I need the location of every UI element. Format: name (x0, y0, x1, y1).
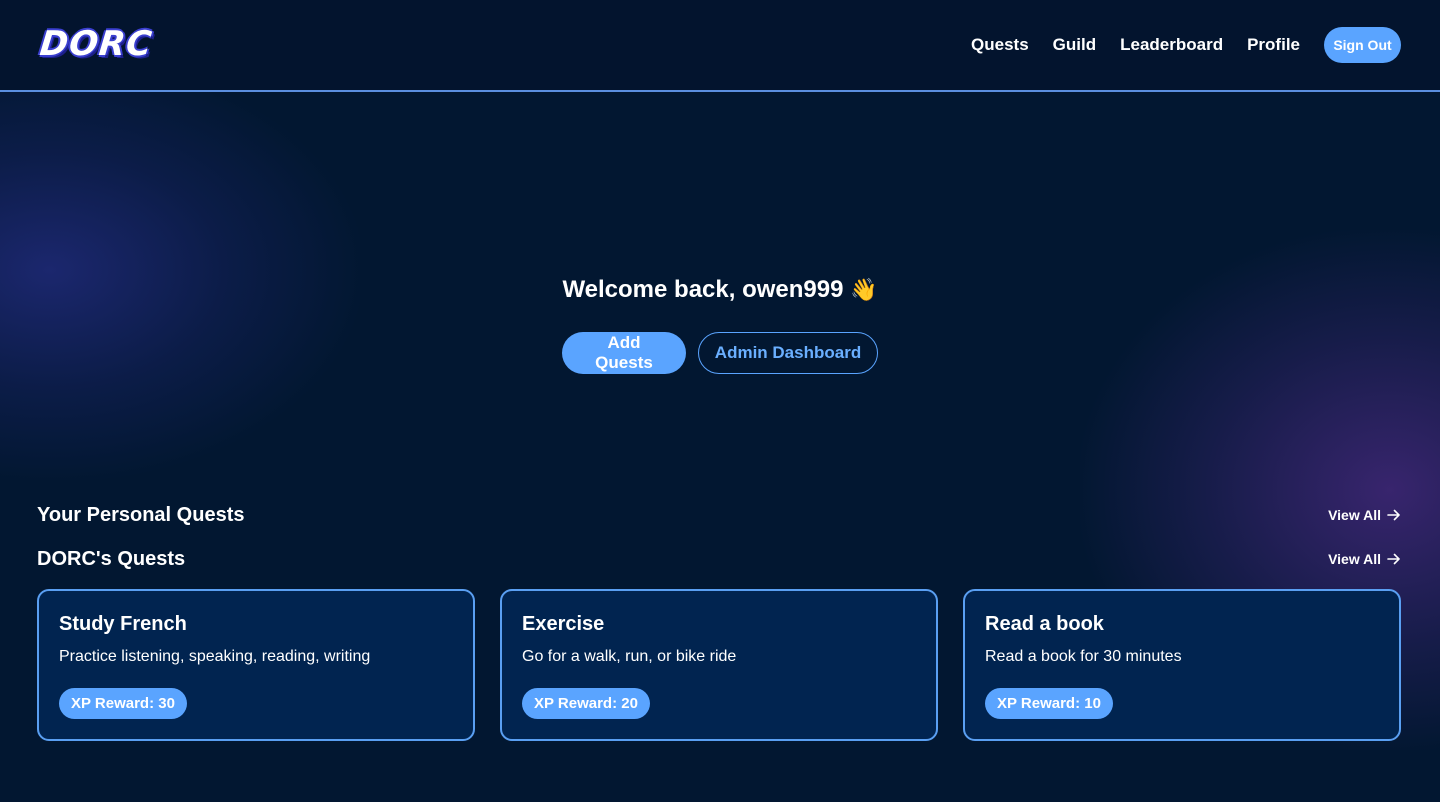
xp-reward-badge: XP Reward: 20 (522, 688, 650, 719)
logo-text: DORC (37, 24, 155, 64)
dorc-logo[interactable]: DORC (37, 24, 164, 64)
arrow-right-icon (1387, 553, 1400, 565)
quest-description: Go for a walk, run, or bike ride (522, 648, 737, 665)
nav-link-quests[interactable]: Quests (971, 35, 1029, 55)
personal-quests-view-all[interactable]: View All (1328, 507, 1401, 523)
top-navbar: DORC Quests Guild Leaderboard Profile Si… (0, 0, 1440, 92)
dorc-quests-header: DORC's Quests View All (37, 545, 1401, 573)
quest-card[interactable]: Read a book Read a book for 30 minutes X… (963, 589, 1401, 741)
personal-quests-title: Your Personal Quests (37, 503, 245, 526)
dorc-quests-view-all[interactable]: View All (1328, 551, 1401, 567)
quest-card[interactable]: Exercise Go for a walk, run, or bike rid… (500, 589, 938, 741)
nav-link-profile[interactable]: Profile (1247, 35, 1300, 55)
quest-title: Exercise (522, 613, 605, 635)
quest-description: Read a book for 30 minutes (985, 648, 1182, 665)
quest-description: Practice listening, speaking, reading, w… (59, 648, 371, 665)
view-all-label: View All (1328, 507, 1381, 523)
page: DORC Quests Guild Leaderboard Profile Si… (0, 0, 1440, 802)
nav-link-leaderboard[interactable]: Leaderboard (1120, 35, 1223, 55)
xp-reward-badge: XP Reward: 30 (59, 688, 187, 719)
welcome-prefix: Welcome back, (562, 276, 743, 303)
add-quests-button[interactable]: Add Quests (562, 332, 686, 374)
wave-icon: 👋 (850, 278, 878, 303)
nav-link-guild[interactable]: Guild (1053, 35, 1096, 55)
dorc-quest-cards: Study French Practice listening, speakin… (37, 589, 1401, 741)
main-nav: Quests Guild Leaderboard Profile Sign Ou… (971, 27, 1401, 63)
arrow-right-icon (1387, 509, 1400, 521)
quest-card[interactable]: Study French Practice listening, speakin… (37, 589, 475, 741)
hero-section: Welcome back, owen999 👋 Add Quests Admin… (0, 92, 1440, 472)
admin-dashboard-button[interactable]: Admin Dashboard (698, 332, 878, 374)
xp-reward-badge: XP Reward: 10 (985, 688, 1113, 719)
quest-title: Read a book (985, 613, 1104, 635)
quest-title: Study French (59, 613, 187, 635)
sign-out-button[interactable]: Sign Out (1324, 27, 1401, 63)
username: owen999 (742, 276, 844, 303)
welcome-heading: Welcome back, owen999 👋 (0, 276, 1440, 304)
personal-quests-header: Your Personal Quests View All (37, 501, 1401, 529)
dorc-quests-title: DORC's Quests (37, 547, 186, 570)
hero-actions: Add Quests Admin Dashboard (0, 332, 1440, 374)
view-all-label: View All (1328, 551, 1381, 567)
